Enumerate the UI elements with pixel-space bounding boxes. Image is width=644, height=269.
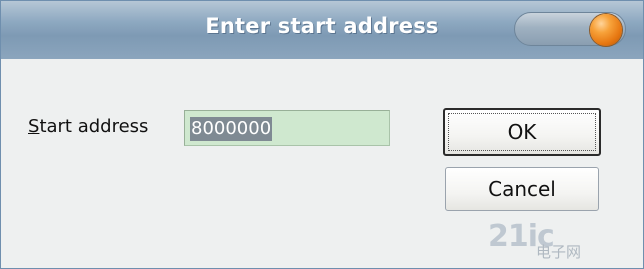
title-bar[interactable]: Enter start address [1,1,643,59]
close-icon[interactable] [590,14,622,46]
watermark-logo: 21ic 电子网 [488,219,638,265]
label-mnemonic: S [28,116,40,137]
cancel-button[interactable]: Cancel [445,167,599,211]
start-address-input[interactable]: 8000000 [184,110,390,146]
dialog-window: Enter start address Start address 800000… [0,0,644,269]
start-address-label: Start address [28,116,148,137]
ok-button[interactable]: OK [443,108,601,156]
start-address-value: 8000000 [190,117,273,141]
label-rest: tart address [39,116,149,137]
watermark-sub: 电子网 [536,243,582,261]
